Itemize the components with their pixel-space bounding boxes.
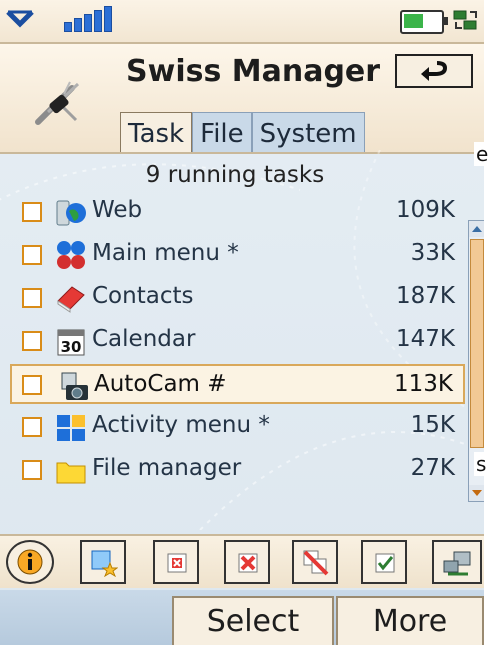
task-checkbox[interactable] xyxy=(22,288,42,308)
action-toolbar xyxy=(0,534,488,588)
signal-strength-icon xyxy=(6,10,34,28)
back-button[interactable] xyxy=(395,54,473,88)
task-checkbox[interactable] xyxy=(22,331,42,351)
task-row-main-menu[interactable]: Main menu * 33K xyxy=(10,235,465,275)
svg-text:30: 30 xyxy=(61,338,82,356)
task-row-activity-menu[interactable]: Activity menu * 15K xyxy=(10,407,465,447)
check-button[interactable] xyxy=(361,540,407,584)
tab-file[interactable]: File xyxy=(192,112,252,152)
kill-all-button[interactable] xyxy=(292,540,338,584)
task-size: 109K xyxy=(396,197,455,223)
task-size: 33K xyxy=(410,240,455,266)
task-size: 113K xyxy=(394,371,453,397)
activity-menu-icon xyxy=(57,415,85,441)
task-checkbox[interactable] xyxy=(22,375,42,395)
tab-system[interactable]: System xyxy=(251,112,365,152)
task-row-calendar[interactable]: 30 Calendar 147K xyxy=(10,321,465,361)
right-gutter xyxy=(484,0,488,645)
app-title: Swiss Manager xyxy=(126,54,381,89)
task-checkbox[interactable] xyxy=(22,202,42,222)
kill-task-button[interactable] xyxy=(224,540,270,584)
globe-phone-icon xyxy=(56,200,86,226)
task-row-web[interactable]: Web 109K xyxy=(10,192,465,232)
network-icon xyxy=(443,551,471,576)
task-size: 15K xyxy=(410,412,455,438)
task-row-file-manager[interactable]: File manager 27K xyxy=(10,450,465,490)
task-checkbox[interactable] xyxy=(22,417,42,437)
tab-task[interactable]: Task xyxy=(120,112,193,152)
swiss-knife-logo-icon xyxy=(35,81,80,125)
select-softkey[interactable]: Select xyxy=(172,596,334,645)
task-name: Web xyxy=(92,197,143,223)
task-name: AutoCam # xyxy=(94,371,227,397)
signal-bars xyxy=(64,6,112,32)
running-tasks-summary: 9 running tasks xyxy=(145,162,325,188)
task-checkbox[interactable] xyxy=(22,245,42,265)
tab-bar: Task File System xyxy=(120,112,365,152)
info-icon xyxy=(17,549,43,575)
task-size: 27K xyxy=(410,455,455,481)
task-row-contacts[interactable]: Contacts 187K xyxy=(10,278,465,318)
edge-text-bottom: s xyxy=(474,452,487,476)
app-header: Swiss Manager Task File System xyxy=(0,44,488,154)
folder-icon xyxy=(56,462,86,484)
info-button[interactable] xyxy=(6,540,54,584)
task-size: 147K xyxy=(396,326,455,352)
close-task-button[interactable] xyxy=(153,540,199,584)
status-bar xyxy=(0,0,488,44)
task-size: 187K xyxy=(396,283,455,309)
edge-text-top: e xyxy=(474,142,488,166)
kill-all-icon xyxy=(303,550,329,576)
new-task-icon xyxy=(91,550,118,577)
scroll-up-icon[interactable] xyxy=(469,221,485,237)
task-name: Main menu * xyxy=(92,240,239,266)
scroll-thumb[interactable] xyxy=(470,239,484,448)
kill-task-icon xyxy=(238,553,258,573)
check-icon xyxy=(375,553,395,573)
back-arrow-icon xyxy=(421,61,448,81)
task-name: Contacts xyxy=(92,283,194,309)
phone-screen: Swiss Manager Task File System 9 running… xyxy=(0,0,488,645)
camera-icon xyxy=(61,372,88,400)
task-name: File manager xyxy=(92,455,242,481)
softkey-bar: Select More xyxy=(0,590,488,645)
main-menu-icon xyxy=(57,241,85,269)
more-softkey[interactable]: More xyxy=(336,596,484,645)
task-row-autocam[interactable]: AutoCam # 113K xyxy=(10,364,465,404)
new-task-button[interactable] xyxy=(80,540,126,584)
sync-icon xyxy=(453,10,477,30)
network-button[interactable] xyxy=(432,540,482,584)
task-name: Calendar xyxy=(92,326,196,352)
scroll-down-icon[interactable] xyxy=(469,485,485,501)
calendar-icon: 30 xyxy=(57,329,85,356)
task-name: Activity menu * xyxy=(92,412,270,438)
close-task-icon xyxy=(167,553,187,573)
contacts-book-icon xyxy=(57,286,85,313)
battery-icon xyxy=(400,10,448,34)
task-checkbox[interactable] xyxy=(22,460,42,480)
